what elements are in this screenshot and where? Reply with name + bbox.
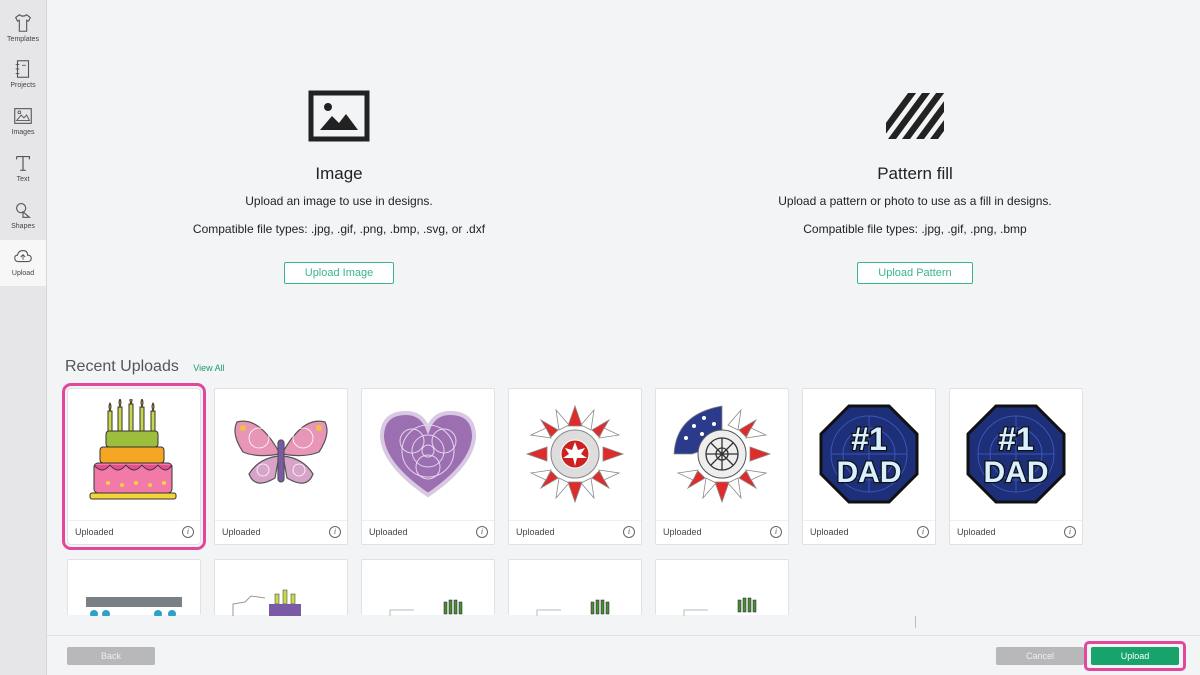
upload-card[interactable]: Uploaded i [361, 388, 495, 545]
shirt-icon [14, 14, 32, 32]
image-upload-option: Image Upload an image to use in designs.… [129, 90, 549, 284]
sidebar-item-text[interactable]: Text [0, 146, 46, 192]
upload-thumbnail [86, 597, 182, 618]
sidebar-item-upload[interactable]: Upload [0, 240, 46, 286]
upload-thumbnail [656, 389, 788, 519]
left-sidebar: Templates Projects Images Text Shapes Up… [0, 0, 47, 675]
pattern-option-description: Upload a pattern or photo to use as a fi… [778, 194, 1052, 208]
cloud-upload-icon [14, 250, 32, 263]
upload-status: Uploaded [75, 527, 114, 537]
upload-panel: Image Upload an image to use in designs.… [47, 0, 1200, 635]
upload-button[interactable]: Upload [1091, 647, 1179, 665]
upload-card-footer: Uploaded i [950, 520, 1082, 544]
sidebar-item-label: Templates [7, 36, 39, 43]
upload-card-footer: Uploaded i [362, 520, 494, 544]
info-icon[interactable]: i [770, 526, 782, 538]
sidebar-item-label: Upload [11, 270, 35, 277]
flag-sunflower-image [673, 405, 772, 504]
birthday-cake-image [89, 399, 177, 500]
recent-uploads-header: Recent Uploads View All [65, 358, 225, 376]
upload-thumbnail [536, 599, 610, 616]
number-one-dad-image: #1 DAD [966, 404, 1066, 504]
dad-word-text: DAD [984, 456, 1049, 489]
upload-pattern-button[interactable]: Upload Pattern [857, 262, 973, 284]
sidebar-item-label: Images [11, 129, 35, 136]
number-one-dad-image: #1 DAD [819, 404, 919, 504]
pattern-option-title: Pattern fill [877, 164, 953, 183]
info-icon[interactable]: i [623, 526, 635, 538]
info-icon[interactable]: i [917, 526, 929, 538]
info-icon[interactable]: i [182, 526, 194, 538]
upload-status: Uploaded [369, 527, 408, 537]
upload-card[interactable] [214, 559, 348, 616]
upload-thumbnail [509, 389, 641, 519]
upload-status: Uploaded [810, 527, 849, 537]
upload-status: Uploaded [222, 527, 261, 537]
sidebar-item-images[interactable]: Images [0, 99, 46, 145]
upload-card[interactable]: Uploaded i [62, 383, 206, 550]
recent-uploads-title: Recent Uploads [65, 358, 179, 375]
upload-status: Uploaded [957, 527, 996, 537]
upload-card[interactable] [508, 559, 642, 616]
upload-thumbnail: #1 DAD [950, 389, 1082, 519]
sidebar-item-label: Shapes [11, 223, 35, 230]
upload-thumbnail [68, 389, 200, 519]
upload-card[interactable]: #1 DAD Uploaded i [802, 388, 936, 545]
upload-card-footer: Uploaded i [803, 520, 935, 544]
sidebar-item-label: Projects [10, 82, 36, 89]
upload-card-footer: Uploaded i [215, 520, 347, 544]
upload-thumbnail [389, 599, 463, 616]
mandala-butterfly-image [234, 420, 328, 484]
upload-card-footer: Uploaded i [656, 520, 788, 544]
upload-card[interactable]: Uploaded i [214, 388, 348, 545]
upload-thumbnail [232, 589, 301, 616]
upload-card[interactable] [655, 559, 789, 616]
sidebar-item-templates[interactable]: Templates [0, 6, 46, 52]
back-button[interactable]: Back [67, 647, 155, 665]
upload-status: Uploaded [663, 527, 702, 537]
cancel-button[interactable]: Cancel [996, 647, 1084, 665]
upload-card[interactable]: Uploaded i [655, 388, 789, 545]
picture-icon [14, 108, 32, 124]
notebook-icon [15, 60, 30, 78]
bottom-action-bar: Back Cancel Upload [47, 635, 1200, 675]
info-icon[interactable]: i [1064, 526, 1076, 538]
text-icon [15, 155, 31, 171]
shapes-icon [16, 203, 31, 218]
sidebar-item-label: Text [16, 176, 30, 183]
pattern-upload-option: Pattern fill Upload a pattern or photo t… [705, 90, 1125, 284]
red-white-sunflower-image [525, 404, 625, 504]
pattern-stripes-icon [886, 93, 944, 139]
dad-number-text: #1 [998, 421, 1034, 457]
image-file-types: Compatible file types: .jpg, .gif, .png,… [192, 222, 486, 236]
upload-image-button[interactable]: Upload Image [283, 262, 395, 284]
upload-card[interactable] [361, 559, 495, 616]
image-icon [308, 90, 370, 142]
image-option-title: Image [315, 164, 363, 183]
upload-thumbnail [215, 389, 347, 519]
upload-thumbnail: #1 DAD [803, 389, 935, 519]
upload-card[interactable]: Uploaded i [508, 388, 642, 545]
upload-card-footer: Uploaded i [509, 520, 641, 544]
info-icon[interactable]: i [329, 526, 341, 538]
mandala-heart-image [379, 410, 477, 498]
upload-card-footer: Uploaded i [68, 520, 200, 544]
upload-thumbnail [683, 597, 757, 616]
image-option-description: Upload an image to use in designs. [245, 194, 433, 208]
pattern-file-types: Compatible file types: .jpg, .gif, .png,… [803, 222, 1027, 236]
sidebar-item-shapes[interactable]: Shapes [0, 193, 46, 239]
scrollbar[interactable] [915, 616, 916, 628]
upload-status: Uploaded [516, 527, 555, 537]
upload-card[interactable] [67, 559, 201, 618]
upload-card[interactable]: #1 DAD Uploaded i [949, 388, 1083, 545]
dad-number-text: #1 [851, 421, 887, 457]
upload-thumbnail [362, 389, 494, 519]
info-icon[interactable]: i [476, 526, 488, 538]
view-all-link[interactable]: View All [193, 363, 224, 373]
sidebar-item-projects[interactable]: Projects [0, 52, 46, 98]
dad-word-text: DAD [837, 456, 902, 489]
